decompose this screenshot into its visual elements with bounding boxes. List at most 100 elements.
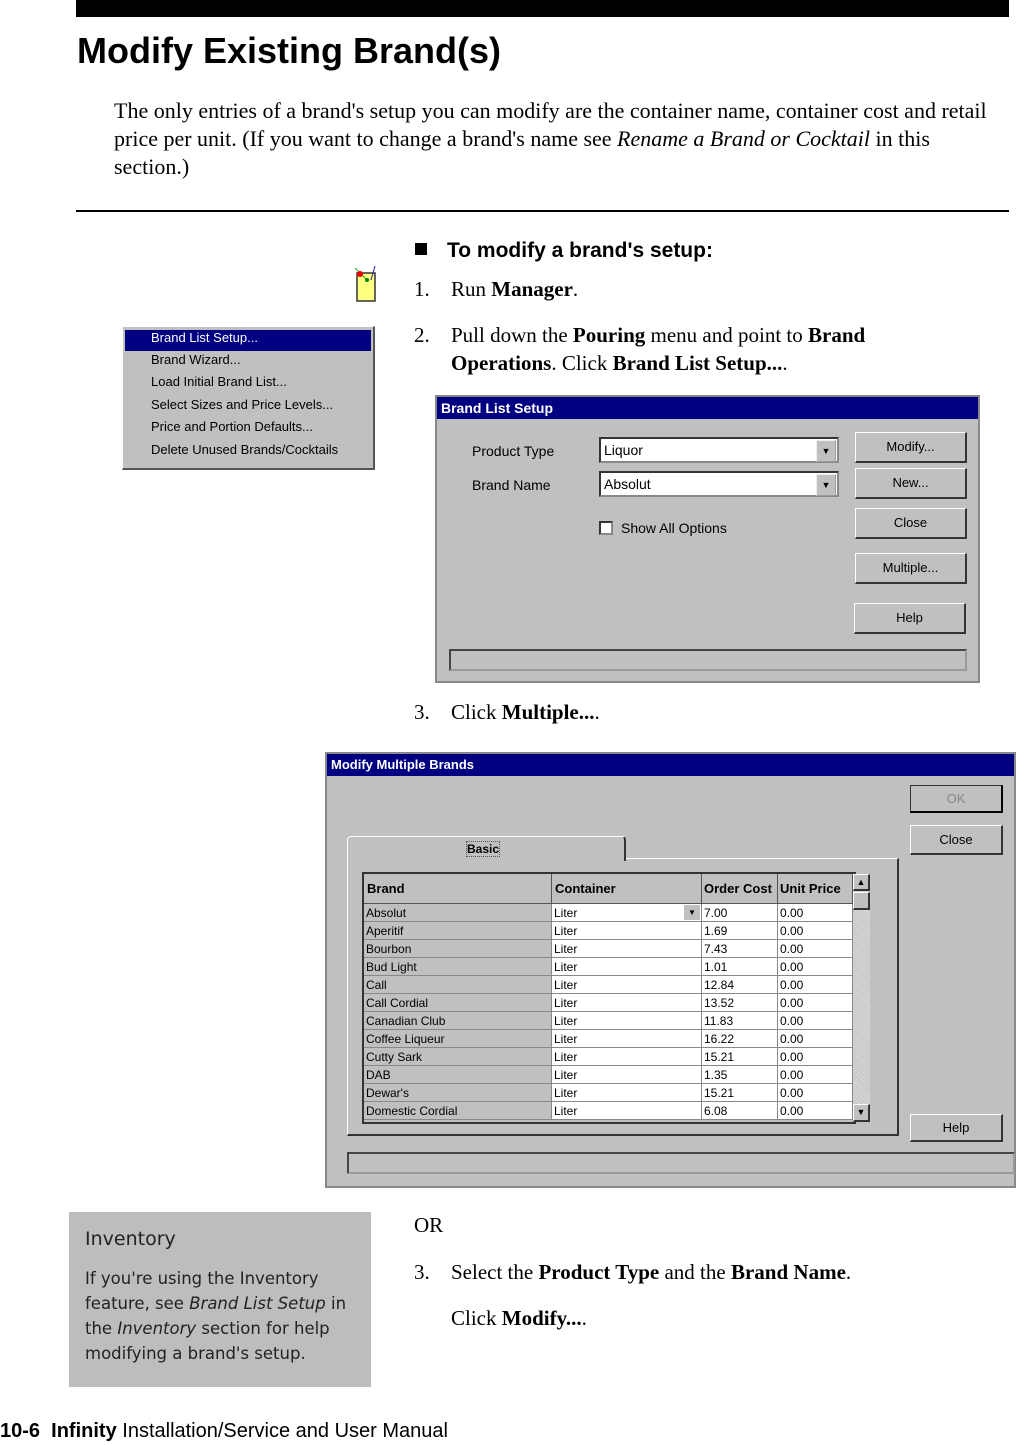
cell-unit-price[interactable]: 0.00 — [778, 976, 853, 994]
cell-brand: Aperitif — [364, 922, 552, 940]
intro-reference: Rename a Brand or Cocktail — [617, 126, 871, 151]
multiple-button[interactable]: Multiple... — [855, 553, 967, 584]
top-bar — [76, 0, 1009, 17]
cell-unit-price[interactable]: 0.00 — [778, 922, 853, 940]
cell-container[interactable]: Liter — [552, 1066, 702, 1084]
cell-unit-price[interactable]: 0.00 — [778, 904, 853, 922]
step-bold: Multiple... — [501, 700, 595, 724]
dialog-title: Modify Multiple Brands — [327, 754, 1014, 776]
divider — [76, 210, 1009, 212]
cell-container[interactable]: Liter — [552, 1084, 702, 1102]
step-text: menu and point to — [645, 323, 808, 347]
step-number: 3. — [414, 700, 430, 724]
close-button[interactable]: Close — [910, 825, 1003, 855]
cell-brand: Cutty Sark — [364, 1048, 552, 1066]
step-text: Click — [451, 1306, 502, 1330]
cell-container[interactable]: Liter — [552, 904, 702, 922]
menu-item-brand-wizard[interactable]: Brand Wizard... — [125, 352, 371, 373]
menu-item-select-sizes[interactable]: Select Sizes and Price Levels... — [125, 397, 371, 418]
cell-order-cost[interactable]: 15.21 — [702, 1048, 778, 1066]
step-text: Click — [451, 700, 502, 724]
help-button[interactable]: Help — [854, 603, 966, 634]
column-header-brand[interactable]: Brand — [364, 874, 552, 904]
cell-order-cost[interactable]: 1.35 — [702, 1066, 778, 1084]
cell-container[interactable]: Liter — [552, 958, 702, 976]
note-reference: Inventory — [117, 1319, 197, 1338]
cell-order-cost[interactable]: 7.00 — [702, 904, 778, 922]
dialog-title: Brand List Setup — [437, 397, 978, 419]
cell-order-cost[interactable]: 12.84 — [702, 976, 778, 994]
cell-order-cost[interactable]: 13.52 — [702, 994, 778, 1012]
tab-basic[interactable]: Basic — [347, 836, 626, 861]
page-footer: 10-6 Infinity Installation/Service and U… — [0, 1420, 448, 1443]
product-type-select[interactable]: Liquor ▼ — [599, 437, 839, 463]
cell-brand: Bourbon — [364, 940, 552, 958]
cell-unit-price[interactable]: 0.00 — [778, 1066, 853, 1084]
column-header-order-cost[interactable]: Order Cost — [702, 874, 778, 904]
show-all-options-checkbox[interactable] — [599, 521, 613, 535]
cell-container[interactable]: Liter — [552, 940, 702, 958]
cell-unit-price[interactable]: 0.00 — [778, 1084, 853, 1102]
cell-order-cost[interactable]: 6.08 — [702, 1102, 778, 1120]
cell-brand: Absolut — [364, 904, 552, 922]
product-type-value: Liquor — [604, 442, 643, 458]
vertical-scrollbar[interactable]: ▲ ▼ — [853, 874, 870, 1122]
cell-brand: Domestic Cordial — [364, 1102, 552, 1120]
brands-grid: Brand Container Order Cost Unit Price ▲ … — [362, 872, 870, 1124]
cell-container[interactable]: Liter — [552, 994, 702, 1012]
cell-order-cost[interactable]: 15.21 — [702, 1084, 778, 1102]
step-text: . — [581, 1306, 587, 1330]
scroll-up-arrow-icon[interactable]: ▲ — [853, 874, 870, 891]
step-text: . — [572, 277, 579, 301]
cell-brand: Call — [364, 976, 552, 994]
ok-button[interactable]: OK — [910, 785, 1003, 813]
help-button[interactable]: Help — [910, 1114, 1003, 1142]
cell-unit-price[interactable]: 0.00 — [778, 1102, 853, 1120]
menu-item-load-initial-brand-list[interactable]: Load Initial Brand List... — [125, 374, 371, 395]
step-bold: Modify... — [501, 1306, 582, 1330]
chevron-down-icon[interactable]: ▼ — [816, 440, 836, 462]
step-text: Run — [451, 277, 492, 301]
menu-item-delete-unused[interactable]: Delete Unused Brands/Cocktails — [125, 442, 371, 463]
step-number: 3. — [414, 1260, 430, 1284]
section-heading: To modify a brand's setup: — [415, 239, 713, 263]
cell-container[interactable]: Liter — [552, 1030, 702, 1048]
cocktail-glass-icon — [354, 265, 376, 302]
column-header-container[interactable]: Container — [552, 874, 702, 904]
cell-unit-price[interactable]: 0.00 — [778, 1030, 853, 1048]
cell-container[interactable]: Liter — [552, 1012, 702, 1030]
cell-order-cost[interactable]: 1.69 — [702, 922, 778, 940]
scroll-thumb[interactable] — [853, 892, 870, 910]
intro-paragraph: The only entries of a brand's setup you … — [114, 97, 994, 181]
inventory-note: Inventory If you're using the Inventory … — [69, 1212, 371, 1387]
bullet-square-icon — [415, 243, 427, 255]
close-button[interactable]: Close — [855, 508, 967, 539]
brand-name-select[interactable]: Absolut ▼ — [599, 471, 839, 497]
chevron-down-icon[interactable]: ▼ — [816, 474, 836, 496]
cell-container[interactable]: Liter — [552, 922, 702, 940]
cell-order-cost[interactable]: 16.22 — [702, 1030, 778, 1048]
cell-unit-price[interactable]: 0.00 — [778, 940, 853, 958]
menu-item-price-portion-defaults[interactable]: Price and Portion Defaults... — [125, 419, 371, 440]
cell-unit-price[interactable]: 0.00 — [778, 1048, 853, 1066]
menu-item-brand-list-setup[interactable]: Brand List Setup... — [125, 330, 371, 351]
step-bold: Manager — [491, 277, 573, 301]
step-text: . — [845, 1260, 852, 1284]
cell-order-cost[interactable]: 11.83 — [702, 1012, 778, 1030]
modify-button[interactable]: Modify... — [855, 432, 967, 463]
cell-container[interactable]: Liter — [552, 976, 702, 994]
step-text: . — [594, 700, 600, 724]
cell-container[interactable]: Liter — [552, 1102, 702, 1120]
show-all-options-label: Show All Options — [621, 520, 727, 536]
cell-order-cost[interactable]: 7.43 — [702, 940, 778, 958]
new-button[interactable]: New... — [855, 468, 967, 499]
cell-unit-price[interactable]: 0.00 — [778, 958, 853, 976]
cell-unit-price[interactable]: 0.00 — [778, 1012, 853, 1030]
cell-order-cost[interactable]: 1.01 — [702, 958, 778, 976]
chevron-down-icon[interactable]: ▼ — [684, 905, 700, 920]
column-header-unit-price[interactable]: Unit Price — [778, 874, 853, 904]
brand-operations-menu: Brand List Setup... Brand Wizard... Load… — [122, 326, 375, 470]
cell-unit-price[interactable]: 0.00 — [778, 994, 853, 1012]
scroll-down-arrow-icon[interactable]: ▼ — [853, 1104, 870, 1122]
cell-container[interactable]: Liter — [552, 1048, 702, 1066]
